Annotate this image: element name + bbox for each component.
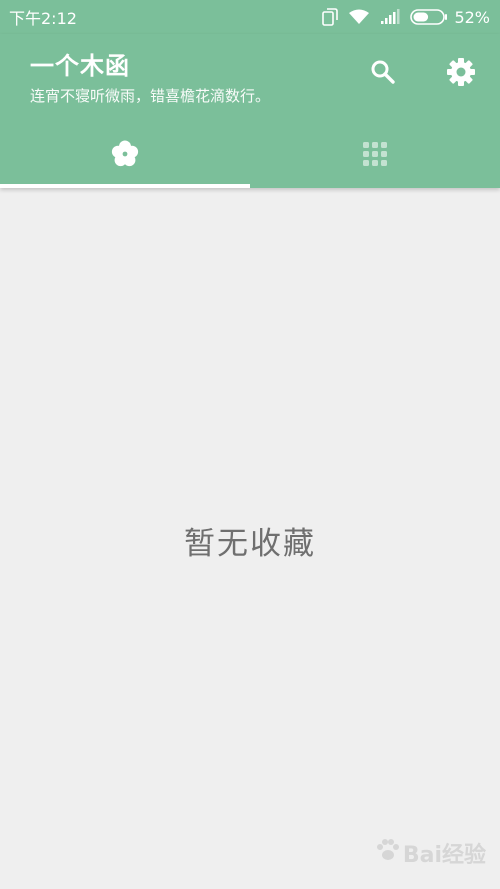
search-button[interactable] (363, 54, 403, 94)
tab-favorites[interactable] (0, 124, 250, 188)
watermark-text: Bai经验 (402, 843, 486, 868)
battery-indicator: 52% (410, 8, 490, 27)
search-icon (370, 59, 396, 89)
paw-icon (375, 838, 401, 868)
tab-bar (0, 124, 500, 188)
sim-icon (322, 8, 339, 26)
status-time: 下午2:12 (9, 9, 77, 28)
status-bar: 下午2:12 52% (0, 0, 500, 34)
app-title: 一个木函 (30, 52, 130, 80)
settings-button[interactable] (441, 54, 481, 94)
app-bar: 一个木函 连宵不寝听微雨，错喜檐花滴数行。 (0, 34, 500, 188)
tab-apps[interactable] (250, 124, 500, 188)
battery-icon (410, 9, 448, 25)
battery-percent: 52% (454, 7, 490, 27)
empty-state-message: 暂无收藏 (184, 526, 316, 562)
tab-indicator (0, 184, 250, 188)
flower-icon (110, 139, 140, 173)
gear-icon (446, 57, 476, 91)
watermark: Bai经验 (375, 837, 486, 869)
wifi-icon (348, 9, 370, 25)
signal-icon (380, 9, 400, 25)
grid-icon (362, 141, 388, 171)
status-icons: 52% (322, 8, 490, 27)
app-subtitle: 连宵不寝听微雨，错喜檐花滴数行。 (30, 87, 271, 105)
